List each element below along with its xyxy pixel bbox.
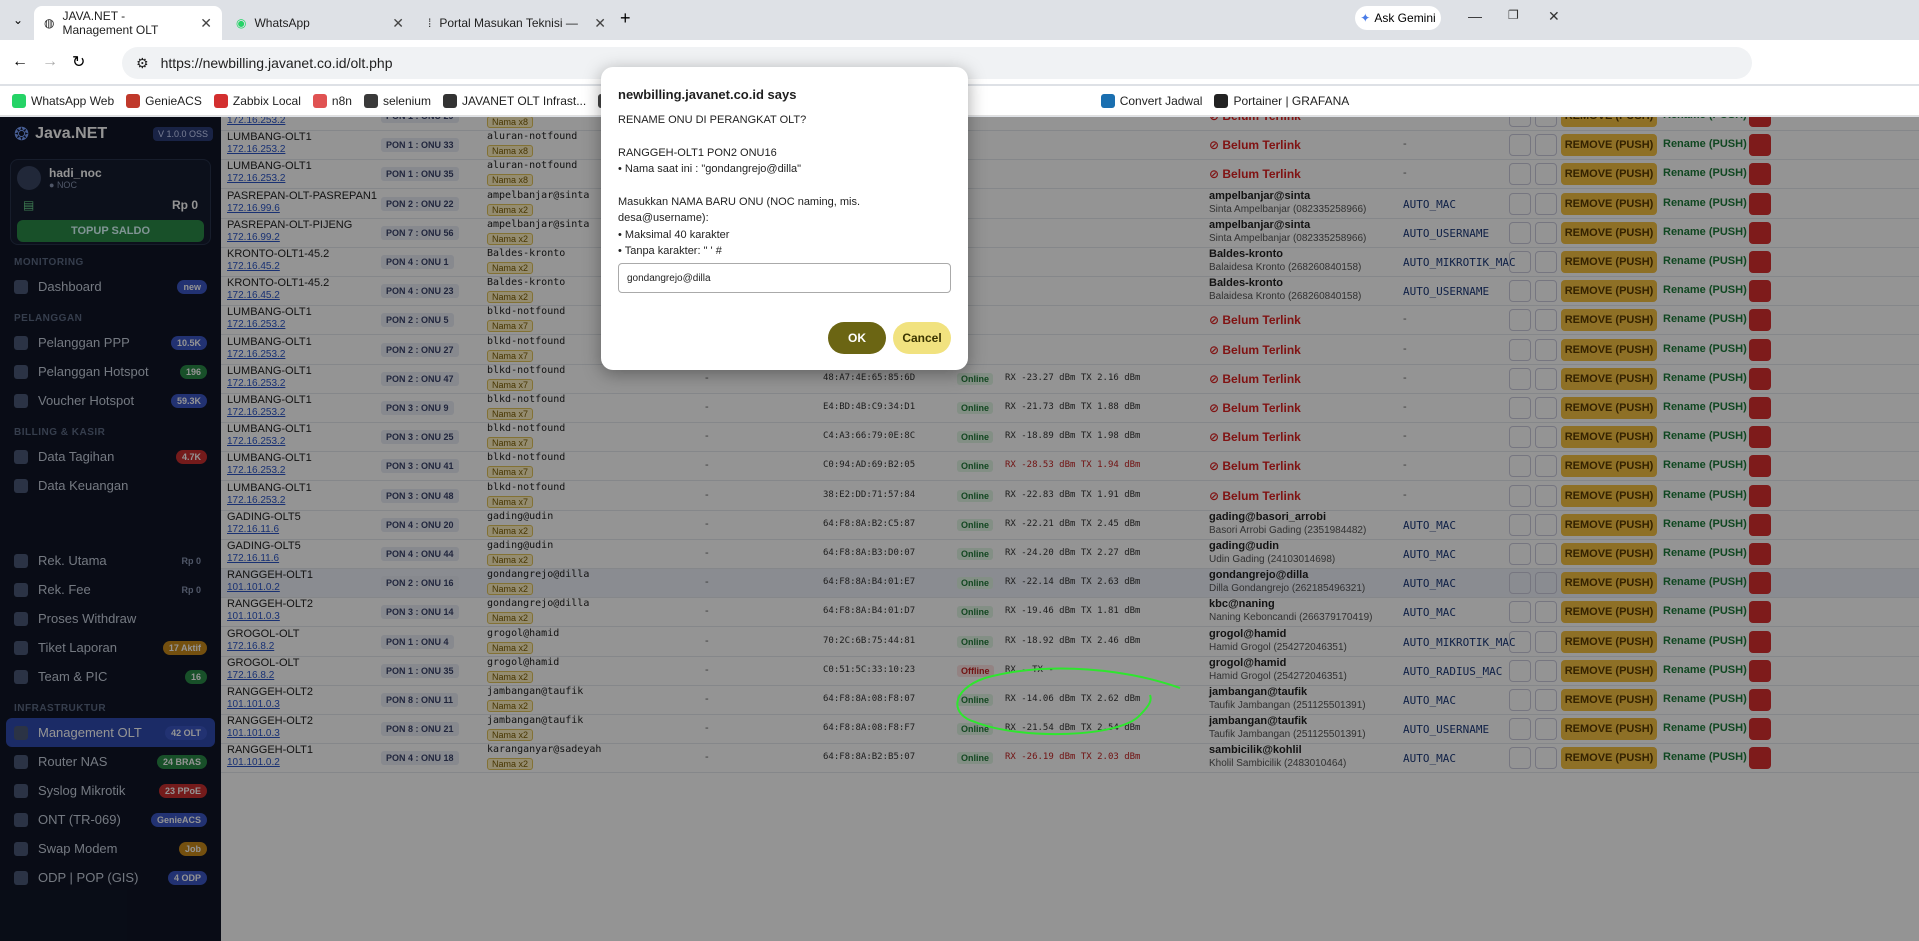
- tab-java-net[interactable]: ◍ JAVA.NET - Management OLT ✕: [34, 6, 222, 40]
- url-text: https://newbilling.javanet.co.id/olt.php: [160, 55, 393, 71]
- bookmark-label: Zabbix Local: [232, 93, 301, 108]
- bookmark-label: JAVANET OLT Infrast...: [461, 93, 587, 108]
- close-tab-icon[interactable]: ✕: [200, 15, 212, 32]
- dialog-title: newbilling.javanet.co.id says: [618, 87, 797, 102]
- bookmark-item[interactable]: n8n: [312, 93, 352, 108]
- forward-icon[interactable]: →: [42, 53, 58, 71]
- bookmark-item[interactable]: Portainer | GRAFANA: [1214, 93, 1350, 108]
- minimize-icon[interactable]: —: [1468, 8, 1482, 24]
- new-tab-button[interactable]: +: [620, 8, 631, 29]
- bookmark-label: Portainer | GRAFANA: [1233, 93, 1350, 108]
- bookmark-item[interactable]: WhatsApp Web: [12, 93, 115, 108]
- bookmark-icon: [1214, 93, 1229, 108]
- globe-icon: ◍: [44, 16, 55, 30]
- tab-portal[interactable]: ⁞ Portal Masukan Teknisi — Javan ✕: [418, 6, 616, 40]
- bookmark-label: selenium: [382, 93, 431, 108]
- close-tab-icon[interactable]: ✕: [392, 15, 404, 32]
- tab-title: WhatsApp: [254, 16, 310, 30]
- tab-search-button[interactable]: ⌄: [8, 10, 28, 30]
- tab-title: JAVA.NET - Management OLT: [62, 9, 159, 37]
- whatsapp-icon: ◉: [236, 16, 247, 30]
- bookmark-item[interactable]: selenium: [363, 93, 431, 108]
- bookmark-label: WhatsApp Web: [31, 93, 115, 108]
- close-window-icon[interactable]: ✕: [1548, 8, 1560, 25]
- bookmark-label: GenieACS: [145, 93, 202, 108]
- bookmark-item[interactable]: Convert Jadwal: [1100, 93, 1203, 108]
- bookmark-icon: [363, 93, 378, 108]
- bookmark-icon: [1100, 93, 1115, 108]
- bookmark-icon: [442, 93, 457, 108]
- page-icon: ⁞: [428, 16, 432, 30]
- new-name-input[interactable]: [618, 263, 951, 293]
- bookmark-label: n8n: [331, 93, 352, 108]
- restore-icon[interactable]: ❐: [1508, 8, 1519, 22]
- bookmark-icon: [213, 93, 228, 108]
- bookmark-item[interactable]: GenieACS: [126, 93, 202, 108]
- bookmark-icon: [126, 93, 141, 108]
- bookmark-icon: [312, 93, 327, 108]
- reload-icon[interactable]: ↻: [72, 52, 85, 72]
- ask-gemini-label: Ask Gemini: [1374, 11, 1436, 25]
- site-info-icon[interactable]: ⚙: [136, 55, 149, 72]
- bookmark-item[interactable]: JAVANET OLT Infrast...: [442, 93, 587, 108]
- browser-tabstrip: ⌄ ◍ JAVA.NET - Management OLT ✕ ◉ WhatsApp ✕…: [0, 0, 1919, 40]
- bookmark-icon: [12, 93, 26, 108]
- back-icon[interactable]: ←: [12, 53, 28, 71]
- cancel-button[interactable]: Cancel: [893, 322, 951, 354]
- bookmark-label: Convert Jadwal: [1119, 93, 1203, 108]
- ask-gemini-button[interactable]: ✦ Ask Gemini: [1355, 6, 1441, 30]
- bookmark-item[interactable]: Zabbix Local: [213, 93, 301, 108]
- ok-button[interactable]: OK: [828, 322, 886, 354]
- dialog-message: RENAME ONU DI PERANGKAT OLT? RANGGEH-OLT…: [618, 114, 861, 274]
- rename-onu-dialog: newbilling.javanet.co.id says RENAME ONU…: [601, 67, 968, 370]
- gemini-icon: ✦: [1360, 11, 1371, 25]
- tab-whatsapp[interactable]: ◉ WhatsApp ✕: [226, 6, 414, 40]
- tab-title: Portal Masukan Teknisi — Javan: [439, 16, 579, 30]
- close-tab-icon[interactable]: ✕: [594, 15, 606, 32]
